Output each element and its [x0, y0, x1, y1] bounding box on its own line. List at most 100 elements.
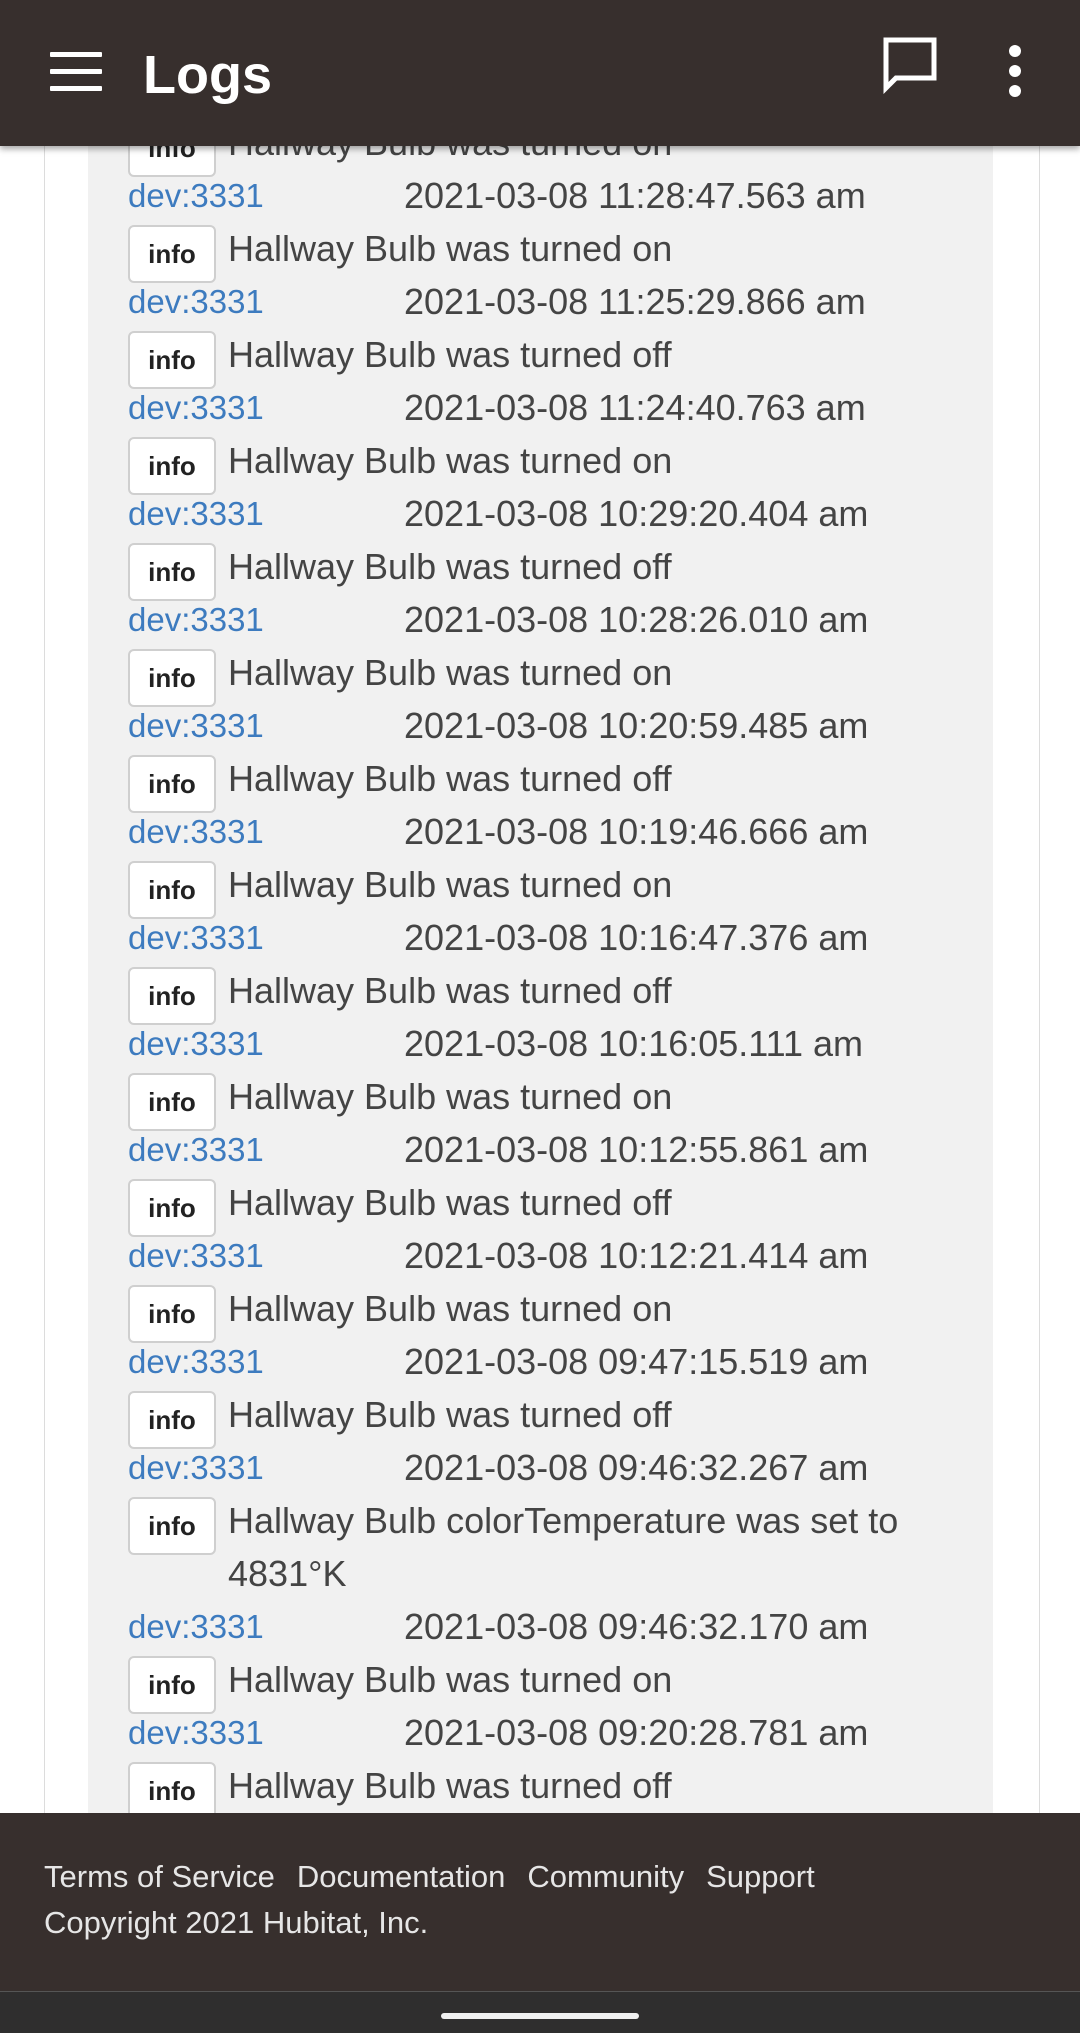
chat-icon[interactable]	[880, 34, 940, 94]
log-message: Hallway Bulb was turned on	[228, 1659, 673, 1700]
log-message: Hallway Bulb was turned off	[228, 1182, 672, 1223]
device-link[interactable]: dev:3331	[128, 169, 404, 222]
footer-links: Terms of Service Documentation Community…	[44, 1859, 815, 1895]
log-panel[interactable]: infoHallway Bulb was turned ondev:333120…	[88, 146, 993, 1813]
log-message-line: infoHallway Bulb was turned on	[128, 222, 978, 283]
log-entry: info Hallway Bulb was turned off dev:3331 2…	[128, 1388, 978, 1494]
log-message-line: infoHallway Bulb was turned on	[128, 858, 978, 919]
device-link[interactable]: dev:3331	[128, 911, 404, 964]
device-link[interactable]: dev:3331	[128, 1706, 404, 1759]
log-meta-line: dev:3331 2021-03-08 11:24:40.763 am	[128, 381, 978, 434]
log-meta-line: dev:3331 2021-03-08 10:19:46.666 am	[128, 805, 978, 858]
log-meta-line: dev:3331 2021-03-08 09:47:15.519 am	[128, 1335, 978, 1388]
footer-link-community[interactable]: Community	[527, 1859, 684, 1895]
log-message: Hallway Bulb was turned off	[228, 546, 672, 587]
log-entry: infoHallway Bulb was turned ondev:333120…	[128, 146, 978, 222]
log-entry: infoHallway Bulb was turned ondev:333120…	[128, 434, 978, 540]
footer-link-support[interactable]: Support	[706, 1859, 815, 1895]
log-timestamp: 2021-03-08 09:47:15.519 am	[404, 1341, 869, 1382]
device-link[interactable]: dev:3331	[128, 1600, 404, 1653]
log-message-line: infoHallway Bulb was turned on	[128, 1070, 978, 1131]
log-timestamp: 2021-03-08 09:46:32.170 am	[404, 1606, 869, 1647]
log-message-line: info Hallway Bulb was turned off	[128, 540, 978, 601]
top-app-bar: Logs	[0, 0, 1080, 146]
log-meta-line: dev:3331 2021-03-08 10:12:21.414 am	[128, 1229, 978, 1282]
home-indicator[interactable]	[441, 2013, 639, 2019]
device-link[interactable]: dev:3331	[128, 699, 404, 752]
device-link[interactable]: dev:3331	[128, 1441, 404, 1494]
log-message-line: info Hallway Bulb was turned off	[128, 1176, 978, 1237]
log-entry: info Hallway Bulb was turned off dev:3331 2…	[128, 540, 978, 646]
device-link[interactable]: dev:3331	[128, 1017, 404, 1070]
log-timestamp: 2021-03-08 09:46:32.267 am	[404, 1447, 869, 1488]
log-message-line: info Hallway Bulb was turned off	[128, 752, 978, 813]
log-message: Hallway Bulb was turned off	[228, 970, 672, 1011]
log-message-line: info Hallway Bulb was turned off	[128, 1759, 978, 1813]
log-level-badge[interactable]: info	[128, 1497, 216, 1555]
log-message-line: info Hallway Bulb was turned off	[128, 1388, 978, 1449]
device-link[interactable]: dev:3331	[128, 1229, 404, 1282]
log-entry: info Hallway Bulb was turned off dev:3331 2…	[128, 328, 978, 434]
app-root: infoHallway Bulb was turned ondev:333120…	[0, 0, 1080, 2033]
log-timestamp: 2021-03-08 11:25:29.866 am	[404, 281, 866, 322]
log-message: Hallway Bulb was turned on	[228, 864, 673, 905]
log-timestamp: 2021-03-08 10:12:55.861 am	[404, 1129, 869, 1170]
log-timestamp: 2021-03-08 10:12:21.414 am	[404, 1235, 869, 1276]
log-entry: info Hallway Bulb was turned off	[128, 1759, 978, 1813]
log-message: Hallway Bulb was turned off	[228, 758, 672, 799]
log-meta-line: dev:3331 2021-03-08 10:16:05.111 am	[128, 1017, 978, 1070]
log-timestamp: 2021-03-08 10:29:20.404 am	[404, 493, 869, 534]
device-link[interactable]: dev:3331	[128, 275, 404, 328]
log-meta-line: dev:3331 2021-03-08 11:25:29.866 am	[128, 275, 978, 328]
footer-link-documentation[interactable]: Documentation	[297, 1859, 506, 1895]
log-entry: info Hallway Bulb was turned off dev:3331 2…	[128, 752, 978, 858]
log-timestamp: 2021-03-08 11:24:40.763 am	[404, 387, 866, 428]
hamburger-menu-icon[interactable]	[50, 52, 102, 92]
log-message: Hallway Bulb was turned on	[228, 652, 673, 693]
device-link[interactable]: dev:3331	[128, 1123, 404, 1176]
log-message: Hallway Bulb was turned on	[228, 228, 673, 269]
log-meta-line: dev:3331 2021-03-08 10:28:26.010 am	[128, 593, 978, 646]
device-link[interactable]: dev:3331	[128, 381, 404, 434]
log-entry: info Hallway Bulb colorTemperature was se…	[128, 1494, 978, 1653]
log-timestamp: 2021-03-08 10:16:47.376 am	[404, 917, 869, 958]
log-entry: infoHallway Bulb was turned ondev:333120…	[128, 858, 978, 964]
log-timestamp: 2021-03-08 10:20:59.485 am	[404, 705, 869, 746]
footer-link-terms[interactable]: Terms of Service	[44, 1859, 275, 1895]
log-entry: infoHallway Bulb was turned ondev:333120…	[128, 1070, 978, 1176]
log-message-line: infoHallway Bulb was turned on	[128, 1282, 978, 1343]
log-message: Hallway Bulb was turned off	[228, 334, 672, 375]
log-meta-line: dev:3331 2021-03-08 10:16:47.376 am	[128, 911, 978, 964]
log-meta-line: dev:3331 2021-03-08 10:12:55.861 am	[128, 1123, 978, 1176]
log-message: Hallway Bulb was turned on	[228, 440, 673, 481]
log-message-line: info Hallway Bulb was turned off	[128, 328, 978, 389]
log-timestamp: 2021-03-08 10:16:05.111 am	[404, 1023, 864, 1064]
log-meta-line: dev:3331 2021-03-08 10:20:59.485 am	[128, 699, 978, 752]
log-timestamp: 2021-03-08 10:28:26.010 am	[404, 599, 869, 640]
log-message: Hallway Bulb was turned on	[228, 1288, 673, 1329]
device-link[interactable]: dev:3331	[128, 593, 404, 646]
device-link[interactable]: dev:3331	[128, 1335, 404, 1388]
log-message-line: infoHallway Bulb was turned on	[128, 1653, 978, 1714]
log-entry: infoHallway Bulb was turned ondev:333120…	[128, 1653, 978, 1759]
log-entry: info Hallway Bulb was turned off dev:3331 2…	[128, 964, 978, 1070]
system-nav-bar	[0, 1991, 1080, 2033]
log-message: Hallway Bulb colorTemperature was set to…	[228, 1500, 899, 1594]
log-level-badge[interactable]: info	[128, 1762, 216, 1813]
page-title: Logs	[143, 45, 272, 105]
log-entry: info Hallway Bulb was turned off dev:3331 2…	[128, 1176, 978, 1282]
log-timestamp: 2021-03-08 10:19:46.666 am	[404, 811, 869, 852]
log-message-line: info Hallway Bulb colorTemperature was se…	[128, 1494, 978, 1600]
log-message: Hallway Bulb was turned on	[228, 1076, 673, 1117]
device-link[interactable]: dev:3331	[128, 487, 404, 540]
log-entry: infoHallway Bulb was turned ondev:333120…	[128, 646, 978, 752]
device-link[interactable]: dev:3331	[128, 805, 404, 858]
log-meta-line: dev:3331 2021-03-08 09:20:28.781 am	[128, 1706, 978, 1759]
log-meta-line: dev:3331 2021-03-08 11:28:47.563 am	[128, 169, 978, 222]
more-vert-icon[interactable]	[999, 44, 1031, 98]
log-message-line: infoHallway Bulb was turned on	[128, 434, 978, 495]
log-entry: infoHallway Bulb was turned ondev:333120…	[128, 1282, 978, 1388]
log-message: Hallway Bulb was turned on	[228, 146, 672, 169]
log-message-line: infoHallway Bulb was turned on	[128, 646, 978, 707]
log-meta-line: dev:3331 2021-03-08 10:29:20.404 am	[128, 487, 978, 540]
